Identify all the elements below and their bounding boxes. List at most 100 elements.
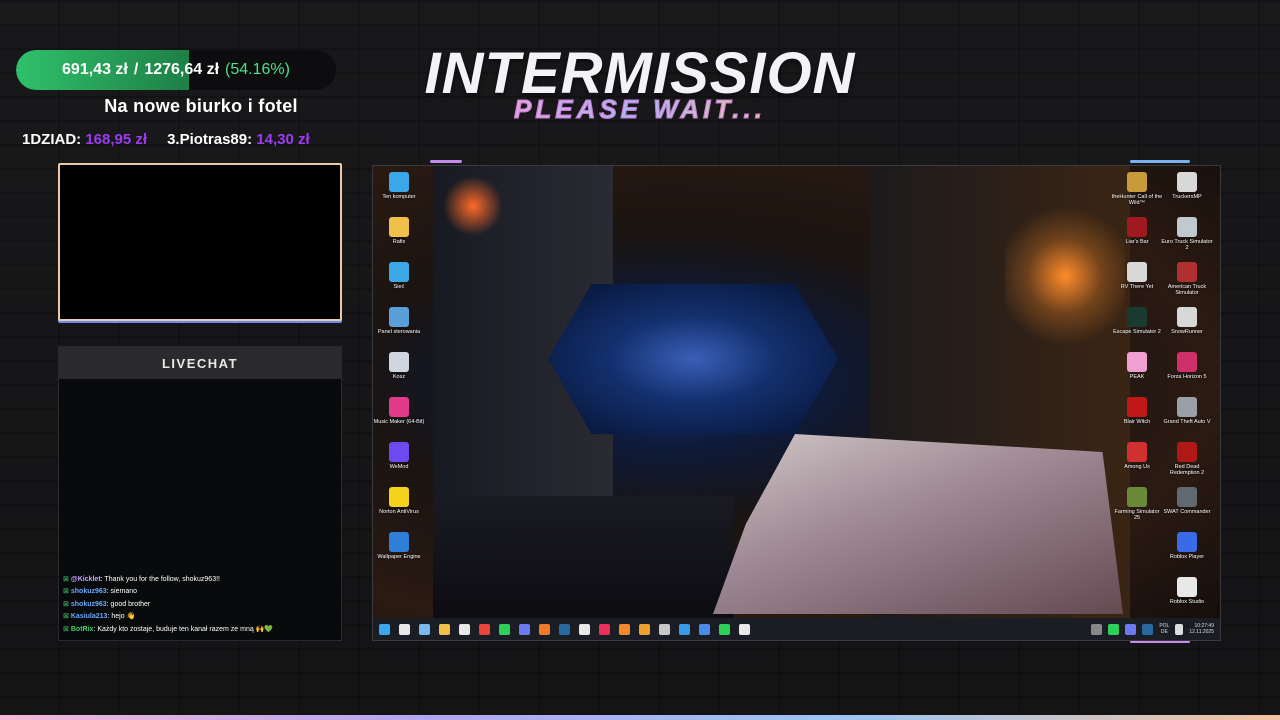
desktop-shortcut[interactable]: Sieć xyxy=(373,262,425,307)
desktop-shortcut[interactable]: Blair Witch xyxy=(1111,397,1163,442)
discord-icon[interactable] xyxy=(519,623,530,635)
taskbar-clock[interactable]: 10:27:49 12.11.2025 xyxy=(1189,623,1214,635)
camera-icon[interactable] xyxy=(659,623,670,635)
chat-messages: ⊠ @Kicklet: Thank you for the follow, sho… xyxy=(63,574,337,637)
kick-badge-icon: ⊠ xyxy=(63,613,69,620)
folder-icon xyxy=(389,217,409,237)
desktop-shortcut[interactable]: Escape Simulator 2 xyxy=(1111,307,1163,352)
desktop-shortcut-label: Rafix xyxy=(392,239,406,245)
desktop-shortcut-label: PEAK xyxy=(1129,374,1145,380)
swat-icon xyxy=(1177,487,1197,507)
tray-icon[interactable] xyxy=(1091,623,1103,635)
chat-message: ⊠ Kasiula213: hejo 👋 xyxy=(63,611,337,624)
desktop-shortcut[interactable]: Red Dead Redemption 2 xyxy=(1161,442,1213,487)
chat-username[interactable]: @Kicklet xyxy=(71,576,101,583)
firefox-icon[interactable] xyxy=(539,623,550,635)
epic-games-icon[interactable] xyxy=(579,623,590,635)
goal-separator: / xyxy=(133,61,139,78)
desktop-shortcut[interactable]: TruckersMP xyxy=(1161,172,1213,217)
network-icon xyxy=(389,262,409,282)
top-donor-name: 3.Piotras89: xyxy=(167,131,253,148)
tray-icon[interactable] xyxy=(1142,623,1154,635)
desktop-shortcut[interactable]: Euro Truck Simulator 2 xyxy=(1161,217,1213,262)
kick-badge-icon: ⊠ xyxy=(63,588,69,595)
taskbar-apps xyxy=(379,623,750,635)
chat-text: : siemano xyxy=(106,588,138,595)
photos-icon[interactable] xyxy=(679,623,690,635)
desktop-shortcut[interactable]: Norton AntiVirus xyxy=(373,487,425,532)
desktop-icons-right-2: TruckersMP Euro Truck Simulator 2 American… xyxy=(1161,172,1213,622)
desktop-shortcut[interactable]: Kosz xyxy=(373,352,425,397)
whatsapp-icon[interactable] xyxy=(499,623,510,635)
volume-icon[interactable] xyxy=(1175,623,1184,635)
desktop-shortcut[interactable]: PEAK xyxy=(1111,352,1163,397)
goal-target: 1276,64 zł xyxy=(144,61,220,78)
norton-icon xyxy=(389,487,409,507)
desktop-shortcut[interactable]: Roblox Studio xyxy=(1161,577,1213,622)
desktop-shortcut[interactable]: Panel sterowania xyxy=(373,307,425,352)
desktop-shortcut[interactable]: Farming Simulator 25 xyxy=(1111,487,1163,532)
chat-username[interactable]: Kasiula213 xyxy=(71,613,108,620)
ets2-icon xyxy=(1177,217,1197,237)
wallpaper-engine-icon xyxy=(389,532,409,552)
spotify-icon[interactable] xyxy=(719,623,730,635)
language-indicator[interactable]: POL DE xyxy=(1159,623,1169,635)
desktop-shortcut-label: Farming Simulator 25 xyxy=(1114,509,1160,521)
among-us-icon xyxy=(1127,442,1147,462)
desktop-shortcut[interactable]: Liar's Bar xyxy=(1111,217,1163,262)
blair-witch-icon xyxy=(1127,397,1147,417)
app-a-icon[interactable] xyxy=(639,623,650,635)
please-wait-subtitle: PLEASE WAIT... xyxy=(500,94,780,125)
language-sub: DE xyxy=(1160,629,1168,635)
desktop-shortcut[interactable]: Forza Horizon 5 xyxy=(1161,352,1213,397)
desktop-shortcut-label: Wallpaper Engine xyxy=(377,554,421,560)
rv-there-yet-icon xyxy=(1127,262,1147,282)
desktop-shortcut[interactable]: Among Us xyxy=(1111,442,1163,487)
tiktok-icon[interactable] xyxy=(599,623,610,635)
desktop-shortcut[interactable]: SWAT Commander xyxy=(1161,487,1213,532)
search-icon[interactable] xyxy=(399,623,410,635)
calendar-icon[interactable] xyxy=(459,623,470,635)
desktop-shortcut[interactable]: SnowRunner xyxy=(1161,307,1213,352)
desktop-shortcut-label: Ten komputer xyxy=(382,194,416,200)
desktop-shortcut[interactable]: Wallpaper Engine xyxy=(373,532,425,577)
desktop-shortcut[interactable]: RV There Yet xyxy=(1111,262,1163,307)
desktop-shortcut[interactable]: Roblox Player xyxy=(1161,532,1213,577)
desktop-shortcut[interactable]: Grand Theft Auto V xyxy=(1161,397,1213,442)
chat-username[interactable]: BotRix xyxy=(71,626,94,633)
ats-icon xyxy=(1177,262,1197,282)
farming-simulator-icon xyxy=(1127,487,1147,507)
desktop-shortcut[interactable]: Ten komputer xyxy=(373,172,425,217)
fl-studio-icon[interactable] xyxy=(619,623,630,635)
file-explorer-icon[interactable] xyxy=(439,623,450,635)
desktop-shortcut[interactable]: American Truck Simulator xyxy=(1161,262,1213,307)
steam-icon[interactable] xyxy=(559,623,570,635)
chat-text: : good brother xyxy=(106,600,151,608)
roblox-studio-icon xyxy=(1177,577,1197,597)
desktop-shortcut-label: Roblox Studio xyxy=(1169,599,1205,605)
livechat-header: LIVECHAT xyxy=(59,347,341,379)
chat-username[interactable]: shokuz963 xyxy=(71,588,107,595)
desktop-shortcut[interactable]: Music Maker (64-Bit) xyxy=(373,397,425,442)
store-icon[interactable] xyxy=(699,623,710,635)
desktop-shortcut[interactable]: WeMod xyxy=(373,442,425,487)
obs-icon[interactable] xyxy=(739,623,750,635)
goal-title: Na nowe biurko i fotel xyxy=(104,96,298,116)
forza-icon xyxy=(1177,352,1197,372)
windows-start-icon[interactable] xyxy=(379,623,390,635)
tray-icon[interactable] xyxy=(1108,623,1120,635)
desktop-shortcut-label: Blair Witch xyxy=(1123,419,1151,425)
desktop-shortcut-label: theHunter Call of the Wild™ xyxy=(1111,194,1163,206)
desktop-shortcut-label: American Truck Simulator xyxy=(1167,284,1207,296)
task-view-icon[interactable] xyxy=(419,623,430,635)
top-donors: 1DZIAD: 168,95 zł 3.Piotras89: 14,30 zł xyxy=(22,131,310,148)
desktop-shortcut[interactable]: theHunter Call of the Wild™ xyxy=(1111,172,1163,217)
desktop-shortcut[interactable]: Rafix xyxy=(373,217,425,262)
chat-username[interactable]: shokuz963 xyxy=(71,601,107,608)
desktop-shortcut-label: Forza Horizon 5 xyxy=(1167,374,1207,380)
top-donor-amount: 168,95 zł xyxy=(85,131,148,148)
desktop-shortcut-label: Norton AntiVirus xyxy=(379,509,419,515)
tray-icon[interactable] xyxy=(1125,623,1137,635)
chat-message: ⊠ BotRix: Każdy kto zostaje, buduje ten k… xyxy=(63,624,337,637)
chrome-icon[interactable] xyxy=(479,623,490,635)
